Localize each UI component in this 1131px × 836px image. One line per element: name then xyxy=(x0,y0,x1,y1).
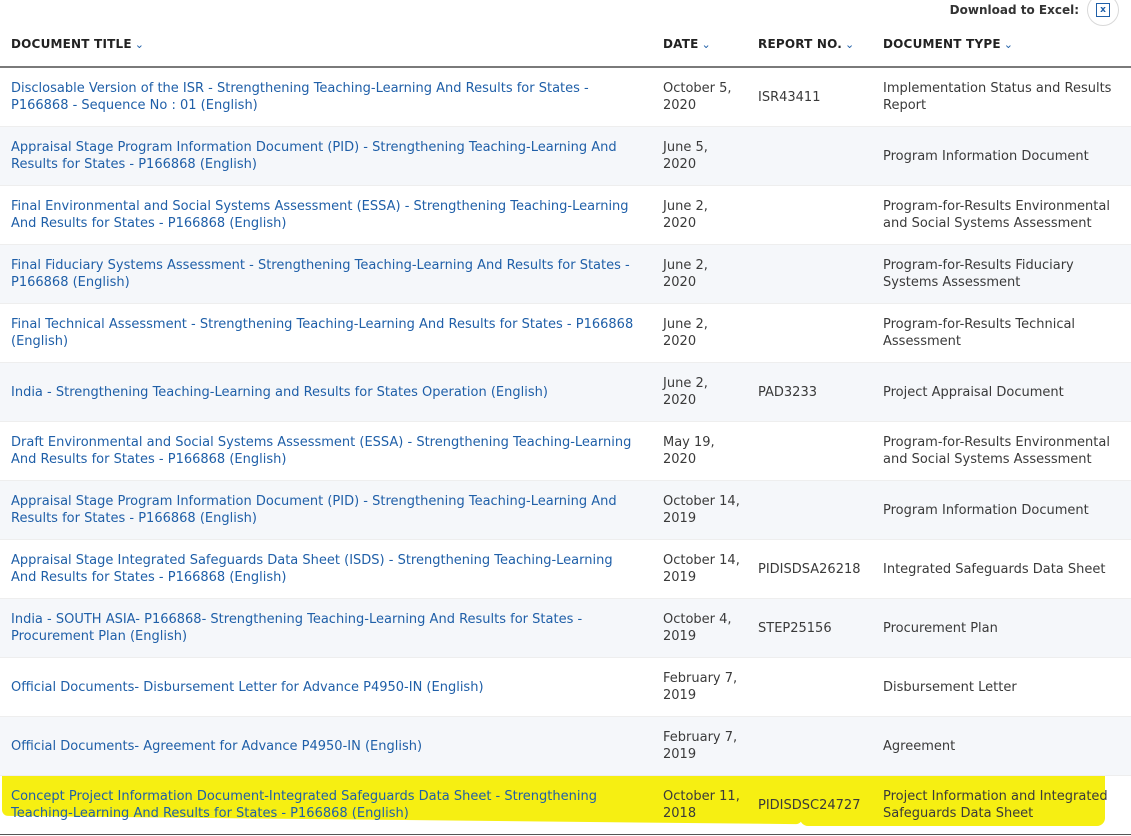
report-number xyxy=(758,422,873,480)
report-number xyxy=(758,481,873,539)
documents-table-body: Disclosable Version of the ISR - Strengt… xyxy=(0,68,1131,835)
document-date: October 14, 2019 xyxy=(663,553,740,585)
document-date: June 2, 2020 xyxy=(663,199,708,231)
document-title-link[interactable]: Final Fiduciary Systems Assessment - Str… xyxy=(11,257,641,291)
table-row: Official Documents- Disbursement Letter … xyxy=(0,658,1131,717)
document-type: Procurement Plan xyxy=(883,620,998,636)
document-date: February 7, 2019 xyxy=(663,730,738,762)
excel-download-bar: Download to Excel: x xyxy=(950,0,1119,26)
report-number xyxy=(758,304,873,362)
report-number xyxy=(758,245,873,303)
document-date: June 2, 2020 xyxy=(663,258,708,290)
report-number: PIDISDSA26218 xyxy=(758,561,861,577)
column-header-type: DOCUMENT TYPE xyxy=(883,37,1001,51)
table-row: Appraisal Stage Integrated Safeguards Da… xyxy=(0,540,1131,599)
document-title-link[interactable]: Official Documents- Disbursement Letter … xyxy=(11,679,484,696)
document-type: Program Information Document xyxy=(883,148,1089,164)
chevron-down-icon: ⌄ xyxy=(701,38,711,51)
table-row: Concept Project Information Document-Int… xyxy=(0,776,1131,835)
table-row: Final Environmental and Social Systems A… xyxy=(0,186,1131,245)
document-type: Program-for-Results Technical Assessment xyxy=(883,317,1076,349)
report-number xyxy=(758,186,873,244)
column-header-title: DOCUMENT TITLE xyxy=(11,37,132,51)
report-number: ISR43411 xyxy=(758,89,821,105)
document-date: October 5, 2020 xyxy=(663,81,732,113)
document-title-link[interactable]: India - SOUTH ASIA- P166868- Strengtheni… xyxy=(11,611,641,645)
document-type: Program-for-Results Environmental and So… xyxy=(883,199,1110,231)
table-row: India - SOUTH ASIA- P166868- Strengtheni… xyxy=(0,599,1131,658)
document-type: Project Appraisal Document xyxy=(883,384,1064,400)
document-type: Program-for-Results Fiduciary Systems As… xyxy=(883,258,1074,290)
table-row: India - Strengthening Teaching-Learning … xyxy=(0,363,1131,422)
download-excel-label: Download to Excel: xyxy=(949,3,1079,17)
document-date: February 7, 2019 xyxy=(663,671,738,703)
document-date: October 11, 2018 xyxy=(663,789,740,821)
document-title-link[interactable]: Appraisal Stage Program Information Docu… xyxy=(11,493,641,527)
table-row: Final Technical Assessment - Strengtheni… xyxy=(0,304,1131,363)
report-number xyxy=(758,717,873,775)
report-number xyxy=(758,127,873,185)
document-date: May 19, 2020 xyxy=(663,435,715,467)
report-number: PIDISDSC24727 xyxy=(758,797,861,813)
documents-page: Download to Excel: x DOCUMENT TITLE ⌄ DAT… xyxy=(0,0,1131,836)
report-number xyxy=(758,658,873,716)
report-number: PAD3233 xyxy=(758,384,817,400)
document-title-link[interactable]: Draft Environmental and Social Systems A… xyxy=(11,434,641,468)
document-title-link[interactable]: India - Strengthening Teaching-Learning … xyxy=(11,384,548,401)
document-date: June 2, 2020 xyxy=(663,376,708,408)
chevron-down-icon: ⌄ xyxy=(845,38,855,51)
sort-document-title[interactable]: DOCUMENT TITLE ⌄ xyxy=(11,37,144,51)
table-row: Draft Environmental and Social Systems A… xyxy=(0,422,1131,481)
document-date: June 2, 2020 xyxy=(663,317,708,349)
document-date: October 4, 2019 xyxy=(663,612,732,644)
download-excel-button[interactable]: x xyxy=(1087,0,1119,26)
sort-report-no[interactable]: REPORT NO. ⌄ xyxy=(758,37,854,51)
document-type: Disbursement Letter xyxy=(883,679,1017,695)
table-row: Appraisal Stage Program Information Docu… xyxy=(0,127,1131,186)
document-type: Program-for-Results Environmental and So… xyxy=(883,435,1110,467)
document-type: Program Information Document xyxy=(883,502,1089,518)
sort-document-type[interactable]: DOCUMENT TYPE ⌄ xyxy=(883,37,1013,51)
document-type: Integrated Safeguards Data Sheet xyxy=(883,561,1106,577)
table-row: Final Fiduciary Systems Assessment - Str… xyxy=(0,245,1131,304)
table-row: Official Documents- Agreement for Advanc… xyxy=(0,717,1131,776)
document-title-link[interactable]: Appraisal Stage Program Information Docu… xyxy=(11,139,641,173)
column-header-report: REPORT NO. xyxy=(758,37,843,51)
document-title-link[interactable]: Final Environmental and Social Systems A… xyxy=(11,198,641,232)
document-type: Implementation Status and Results Report xyxy=(883,81,1112,113)
document-title-link[interactable]: Appraisal Stage Integrated Safeguards Da… xyxy=(11,552,641,586)
table-row: Appraisal Stage Program Information Docu… xyxy=(0,481,1131,540)
table-header: DOCUMENT TITLE ⌄ DATE ⌄ REPORT NO. ⌄ DOCUME… xyxy=(0,26,1131,68)
chevron-down-icon: ⌄ xyxy=(1003,38,1014,51)
document-title-link[interactable]: Final Technical Assessment - Strengtheni… xyxy=(11,316,641,350)
document-date: June 5, 2020 xyxy=(663,140,708,172)
document-type: Project Information and Integrated Safeg… xyxy=(883,789,1108,821)
document-title-link[interactable]: Disclosable Version of the ISR - Strengt… xyxy=(11,80,641,114)
report-number: STEP25156 xyxy=(758,620,832,636)
chevron-down-icon: ⌄ xyxy=(134,38,145,51)
document-date: October 14, 2019 xyxy=(663,494,740,526)
column-header-date: DATE xyxy=(663,37,699,51)
excel-icon: x xyxy=(1096,3,1110,17)
sort-date[interactable]: DATE ⌄ xyxy=(663,37,711,51)
document-title-link[interactable]: Concept Project Information Document-Int… xyxy=(11,788,641,822)
table-row: Disclosable Version of the ISR - Strengt… xyxy=(0,68,1131,127)
document-title-link[interactable]: Official Documents- Agreement for Advanc… xyxy=(11,738,422,755)
document-type: Agreement xyxy=(883,738,956,754)
